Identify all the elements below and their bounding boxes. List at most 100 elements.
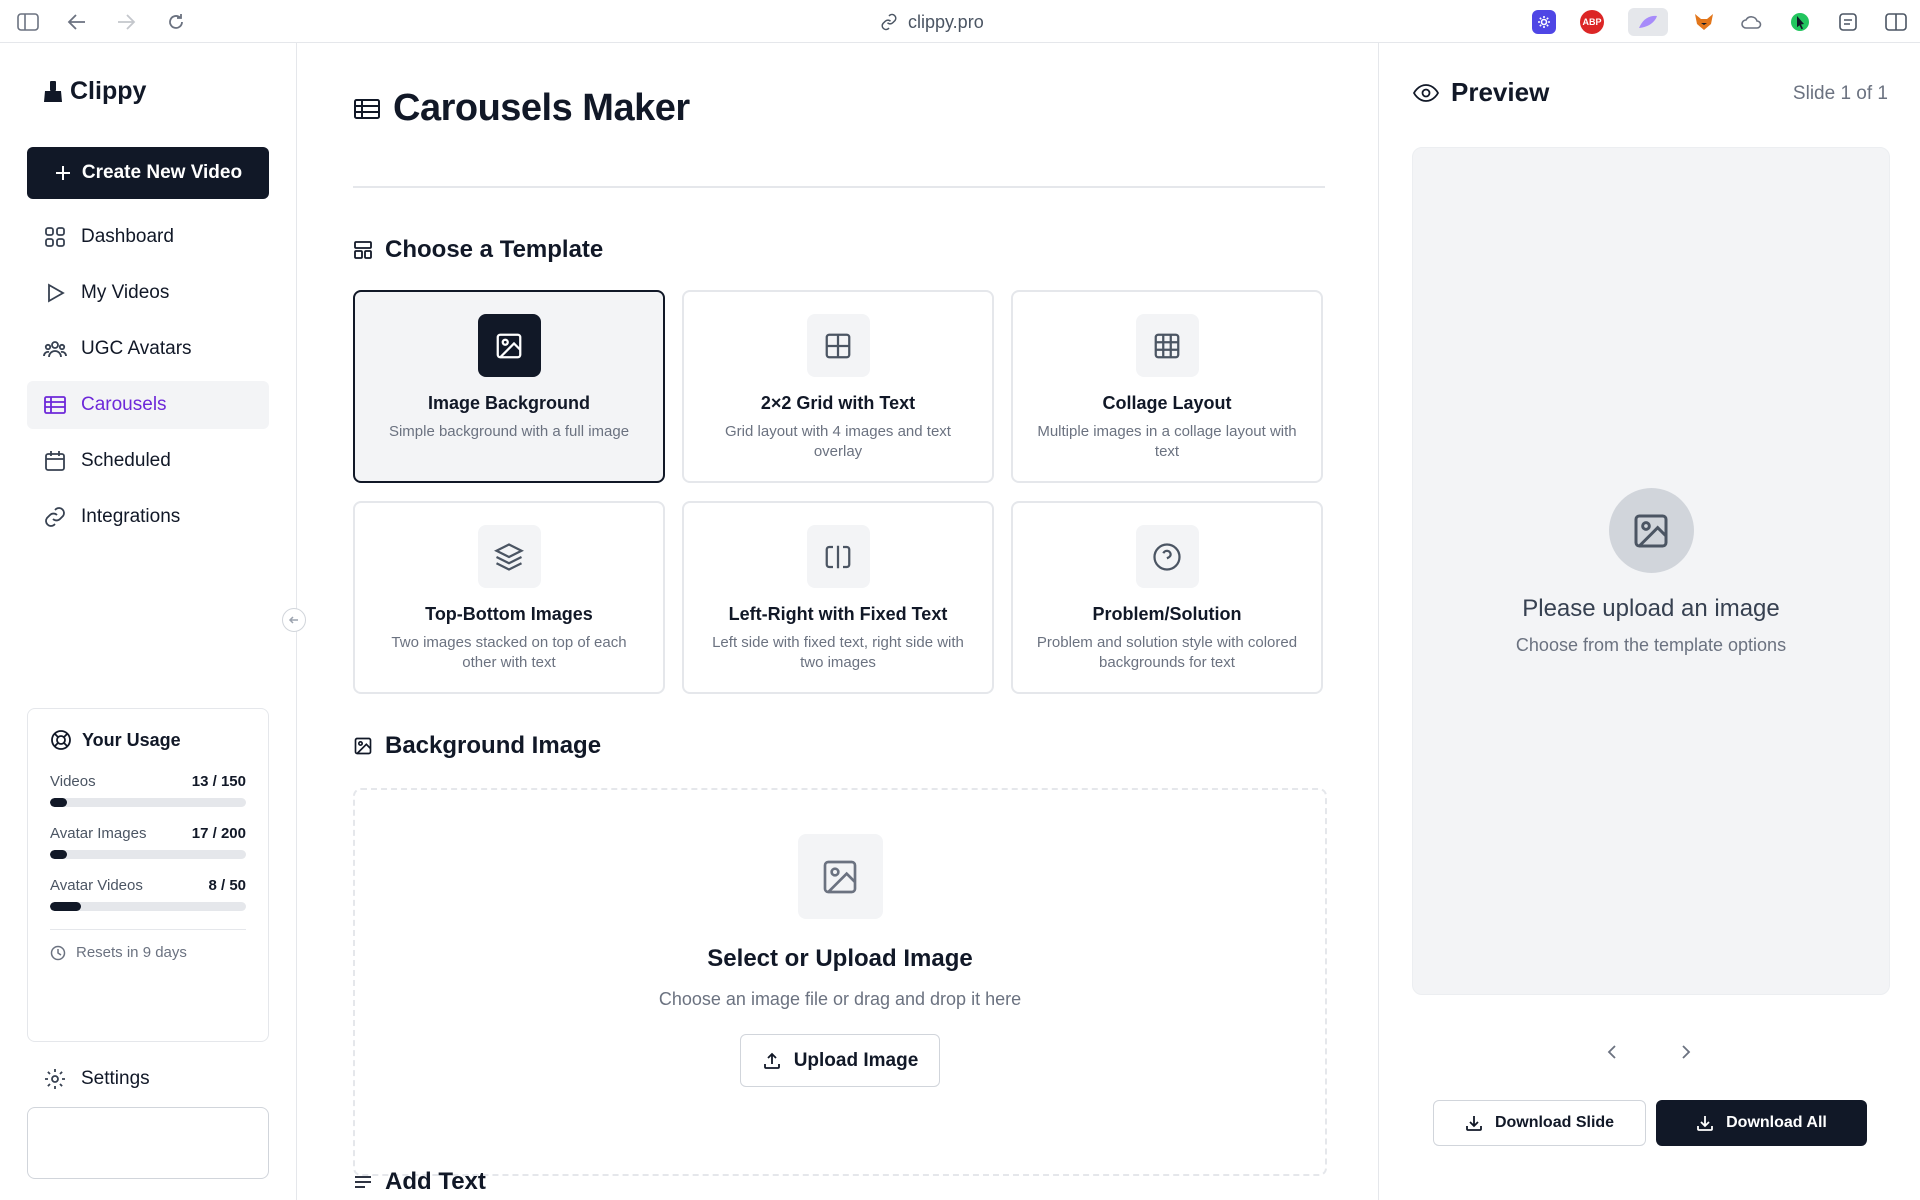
cloud-extension-icon[interactable] [1740, 10, 1764, 34]
empty-state-subtitle: Choose from the template options [1515, 635, 1787, 655]
usage-label: Avatar Videos [50, 877, 143, 894]
table-icon [43, 393, 67, 417]
image-icon [353, 736, 373, 756]
template-title: Left-Right with Fixed Text [728, 604, 948, 624]
address-bar[interactable]: clippy.pro [880, 10, 984, 34]
usage-label: Avatar Images [50, 825, 147, 842]
template-title: Collage Layout [1102, 393, 1232, 413]
back-arrow-icon[interactable] [64, 9, 90, 35]
image-dropzone[interactable]: Select or Upload Image Choose an image f… [353, 788, 1327, 1176]
usage-count: 8 / 50 [208, 877, 246, 894]
template-description: Multiple images in a collage layout with… [1037, 423, 1297, 460]
choose-template-heading: Choose a Template [353, 236, 603, 264]
link-icon [43, 505, 67, 529]
template-card-2x2-grid[interactable]: 2×2 Grid with Text Grid layout with 4 im… [682, 290, 994, 483]
slide-counter: Slide 1 of 1 [1792, 83, 1888, 104]
usage-progress-fill [50, 902, 82, 911]
template-title: 2×2 Grid with Text [760, 393, 916, 413]
image-icon [797, 834, 883, 919]
split-view-icon[interactable] [1884, 10, 1908, 34]
section-title: Choose a Template [385, 236, 604, 263]
upload-image-button[interactable]: Upload Image [740, 1034, 940, 1087]
usage-label: Videos [50, 773, 96, 790]
sidebar-item-label: Scheduled [81, 450, 171, 471]
sidebar-item-dashboard[interactable]: Dashboard [27, 213, 269, 261]
link-icon [880, 13, 898, 31]
preview-canvas: Please upload an image Choose from the t… [1412, 147, 1890, 995]
chevron-right-icon[interactable] [1677, 1043, 1695, 1061]
brand-logo-icon [42, 80, 64, 104]
usage-row-avatar-videos: Avatar Videos 8 / 50 [50, 877, 246, 911]
download-all-button[interactable]: Download All [1656, 1100, 1867, 1146]
download-icon [1696, 1114, 1714, 1132]
notes-extension-icon[interactable] [1836, 10, 1860, 34]
sidebar-item-my-videos[interactable]: My Videos [27, 269, 269, 317]
text-lines-icon [353, 1172, 373, 1192]
settings-label: Settings [81, 1068, 150, 1089]
add-text-heading: Add Text [353, 1168, 486, 1196]
image-icon [1608, 488, 1694, 573]
usage-reset: Resets in 9 days [50, 944, 246, 961]
download-all-label: Download All [1726, 1114, 1827, 1131]
account-box[interactable] [27, 1107, 269, 1179]
usage-count: 13 / 150 [191, 773, 246, 790]
page-title: Carousels Maker [353, 87, 690, 130]
template-card-collage-layout[interactable]: Collage Layout Multiple images in a coll… [1011, 290, 1323, 483]
split-icon [806, 525, 870, 588]
reload-icon[interactable] [163, 9, 189, 35]
sidebar-nav: Dashboard My Videos UGC Avatars Carousel… [27, 213, 269, 549]
sidebar-item-label: Carousels [81, 394, 167, 415]
plus-icon [54, 164, 72, 182]
adblock-extension-icon[interactable]: ABP [1580, 10, 1604, 34]
preview-panel: Preview Slide 1 of 1 Please upload an im… [1378, 43, 1920, 1200]
template-description: Left side with fixed text, right side wi… [712, 634, 964, 671]
calendar-icon [43, 449, 67, 473]
sidebar-item-label: Dashboard [81, 226, 174, 247]
gear-extension-icon[interactable] [1532, 10, 1556, 34]
title-divider [353, 186, 1325, 188]
clock-icon [50, 945, 66, 961]
upload-title: Select or Upload Image [707, 945, 973, 972]
fox-extension-icon[interactable] [1692, 10, 1716, 34]
create-new-video-button[interactable]: Create New Video [27, 147, 269, 199]
pointer-extension-icon[interactable] [1788, 10, 1812, 34]
usage-card: Your Usage Videos 13 / 150 Avatar Images 1… [27, 708, 269, 1042]
create-new-video-label: Create New Video [81, 162, 243, 183]
sidebar-item-label: Integrations [81, 506, 181, 527]
download-slide-label: Download Slide [1494, 1114, 1615, 1131]
browser-toolbar: clippy.pro ABP [0, 0, 1920, 43]
chevron-left-icon[interactable] [1603, 1043, 1621, 1061]
sidebar-item-scheduled[interactable]: Scheduled [27, 437, 269, 485]
grid-icon [43, 225, 67, 249]
feather-extension-icon[interactable] [1628, 8, 1668, 36]
usage-header: Your Usage [50, 729, 246, 751]
layout-template-icon [353, 240, 373, 260]
template-card-image-background[interactable]: Image Background Simple background with … [353, 290, 665, 483]
forward-arrow-icon[interactable] [113, 9, 139, 35]
sidebar-item-ugc-avatars[interactable]: UGC Avatars [27, 325, 269, 373]
page-title-text: Carousels Maker [393, 87, 690, 129]
sidebar-item-integrations[interactable]: Integrations [27, 493, 269, 541]
template-title: Problem/Solution [1092, 604, 1242, 624]
sidebar-item-carousels[interactable]: Carousels [27, 381, 269, 429]
sidebar-item-settings[interactable]: Settings [43, 1067, 150, 1091]
upload-image-label: Upload Image [793, 1049, 919, 1071]
template-card-problem-solution[interactable]: Problem/Solution Problem and solution st… [1011, 501, 1323, 694]
template-card-top-bottom-images[interactable]: Top-Bottom Images Two images stacked on … [353, 501, 665, 694]
brand[interactable]: Clippy [42, 77, 146, 106]
help-circle-icon [1135, 525, 1199, 588]
grid-2x2-icon [806, 314, 870, 377]
template-card-left-right-fixed-text[interactable]: Left-Right with Fixed Text Left side wit… [682, 501, 994, 694]
layers-icon [477, 525, 541, 588]
brand-name: Clippy [70, 77, 147, 105]
sidebar-toggle-icon[interactable] [15, 9, 41, 35]
template-description: Grid layout with 4 images and text overl… [725, 423, 951, 460]
download-slide-button[interactable]: Download Slide [1433, 1100, 1646, 1146]
table-icon [353, 97, 381, 121]
template-title: Image Background [427, 393, 591, 413]
lifebuoy-icon [50, 729, 72, 751]
play-icon [43, 281, 67, 305]
main-content: Carousels Maker Choose a Template Image … [298, 43, 1378, 1200]
template-description: Simple background with a full image [388, 423, 630, 440]
usage-reset-text: Resets in 9 days [76, 944, 187, 961]
